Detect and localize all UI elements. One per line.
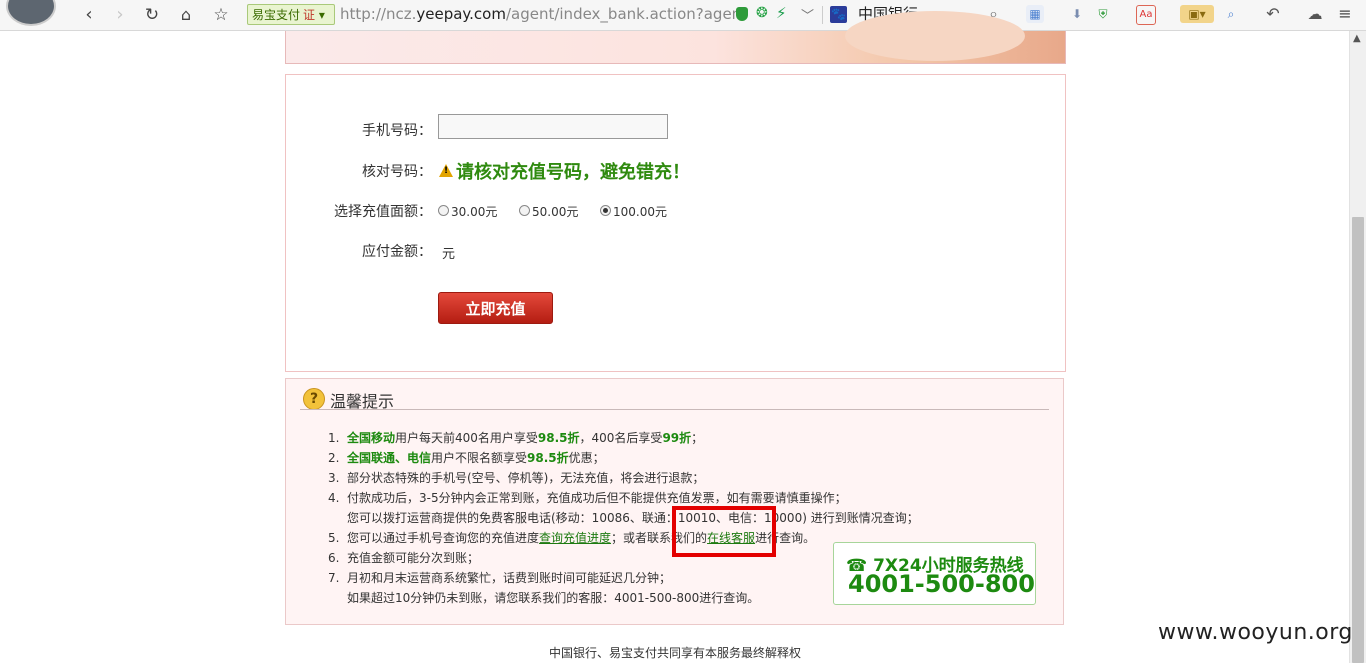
lightning-icon[interactable]: ⚡ [776,4,787,22]
certificate-badge: 证 [303,8,316,22]
tip-item-1: 1. 全国移动用户每天前400名用户享受98.5折，400名后享受99折； [328,431,704,445]
baidu-paw-icon[interactable]: 🐾 [830,6,847,23]
back-icon[interactable]: ‹ [78,4,100,26]
undo-icon[interactable]: ↶ [1264,5,1282,23]
tip-item-2: 2. 全国联通、电信用户不限名额享受98.5折优惠； [328,451,605,465]
pay-extension-label: 易宝支付 [252,8,301,22]
vertical-scrollbar[interactable]: ▲ [1349,31,1366,663]
toolbar-divider [822,6,823,24]
tip-item-7: 7. 月初和月末运营商系统繁忙，话费到账时间可能延迟几分钟； [328,571,672,585]
scroll-up-arrow-icon[interactable]: ▲ [1353,33,1361,44]
pay-extension-button[interactable]: 易宝支付证 ▾ [247,4,335,25]
verify-warning-message: 请核对充值号码，避免错充！ [456,162,690,183]
security-shield-icon[interactable]: ⛨ [1094,5,1112,23]
amount-option-50[interactable]: 50.00元 [532,203,578,220]
tip-item-6: 6. 充值金额可能分次到账； [328,551,480,565]
question-mark-icon: ? [303,388,325,410]
url-domain: yeepay.com [416,5,506,23]
payable-label: 应付金额： [362,244,432,260]
amount-radio-50[interactable] [519,205,530,216]
phone-input[interactable] [438,114,668,139]
top-banner [285,11,1066,64]
tips-divider [300,409,1049,410]
recharge-form-panel [285,74,1066,372]
url-prefix: http://ncz. [340,5,417,23]
screenshot-icon[interactable]: ▣▾ [1180,5,1214,23]
apps-icon[interactable]: ▦ [1026,5,1044,23]
browser-toolbar: ‹ › ↻ ⌂ ☆ 易宝支付证 ▾ http://ncz.yeepay.com/… [0,0,1366,31]
recycle-icon[interactable]: ❂ [756,5,768,21]
amount-option-100[interactable]: 100.00元 [613,203,667,220]
menu-icon[interactable]: ≡ [1336,5,1354,23]
amount-option-30[interactable]: 30.00元 [451,203,497,220]
tip-item-4-continued: 您可以拨打运营商提供的免费客服电话(移动：10086、联通：10010、电信：1… [347,511,919,525]
payable-amount: 元 [442,247,456,262]
home-icon[interactable]: ⌂ [175,4,197,26]
hotline-number: 4001-500-800 [848,570,1035,598]
scrollbar-thumb[interactable] [1352,217,1364,663]
recharge-submit-button[interactable]: 立即充值 [438,292,553,324]
star-icon[interactable]: ☆ [210,4,232,26]
footer-text: 中国银行、易宝支付共同享有本服务最终解释权 [549,646,802,660]
chevron-down-icon[interactable]: ﹀ [801,5,814,24]
verify-label: 核对号码： [362,164,432,180]
watermark: www.wooyun.org [1158,620,1353,645]
shield-icon[interactable] [736,7,748,21]
tip-item-7-continued: 如果超过10分钟仍未到账，请您联系我们的客服：4001-500-800进行查询。 [347,591,760,605]
address-bar[interactable]: http://ncz.yeepay.com/agent/index_bank.a… [340,4,740,25]
forward-icon[interactable]: › [109,4,131,26]
query-progress-link[interactable]: 查询充值进度 [539,531,611,545]
amount-radio-100[interactable] [600,205,611,216]
refresh-icon[interactable]: ↻ [141,4,163,26]
cloud-icon[interactable]: ☁ [1306,5,1324,23]
warning-icon [439,164,453,177]
tip-item-4: 4. 付款成功后，3-5分钟内会正常到账，充值成功后但不能提供充值发票，如有需要请… [328,491,847,505]
zoom-icon[interactable]: ⌕ [1222,5,1240,23]
amount-label: 选择充值面额： [334,204,432,220]
download-icon[interactable]: ⬇ [1068,5,1086,23]
highlight-annotation-box [672,506,776,557]
phone-label: 手机号码： [362,123,432,139]
url-path: /agent/index_bank.action?agent [505,5,740,23]
hotline-box: ☎ 7X24小时服务热线 4001-500-800 [833,542,1036,605]
banner-decoration [845,11,1025,61]
translate-icon[interactable]: Aa [1136,5,1156,25]
browser-logo-icon [6,0,56,26]
amount-radio-30[interactable] [438,205,449,216]
tip-item-3: 3. 部分状态特殊的手机号(空号、停机等)，无法充值，将会进行退款； [328,471,705,485]
